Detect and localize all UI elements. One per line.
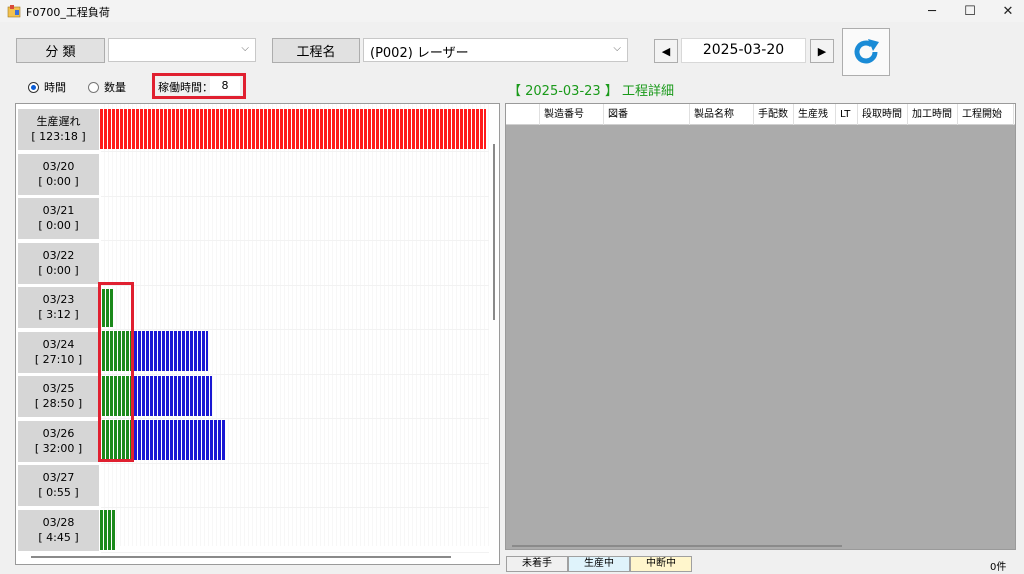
prev-date-button[interactable]: ◀ xyxy=(654,39,678,63)
row-total: [ 4:45 ] xyxy=(38,530,79,544)
grid-column-header[interactable]: 製造番号 xyxy=(540,104,604,125)
work-hours-input[interactable]: 8 xyxy=(210,77,240,95)
grid-header: 製造番号 図番 製品名称 手配数 生産残 LT 段取時間 加工時間 工程開始 xyxy=(506,104,1015,125)
chart-grid xyxy=(101,104,489,546)
row-date: 03/23 xyxy=(42,293,75,306)
row-total: [ 32:00 ] xyxy=(34,441,83,455)
close-button[interactable]: ✕ xyxy=(985,0,1024,22)
grid-column-header[interactable]: 加工時間 xyxy=(908,104,958,125)
date-field[interactable]: 2025-03-20 xyxy=(681,38,806,63)
row-label: 03/24[ 27:10 ] xyxy=(18,331,99,373)
row-date: 03/20 xyxy=(42,159,75,173)
grid-horizontal-scrollbar[interactable] xyxy=(512,545,842,547)
legend-suspended: 中断中 xyxy=(630,556,692,572)
row-date: 生産遅れ xyxy=(36,115,81,128)
radio-time[interactable]: 時間 xyxy=(28,79,66,95)
bar-delay xyxy=(100,109,486,149)
row-label: 03/27 [ 0:55 ] xyxy=(18,465,99,506)
app-icon xyxy=(7,5,21,18)
bar-0325-planned xyxy=(134,376,212,416)
grid-column-header[interactable]: 製品名称 xyxy=(690,104,754,125)
row-label: 生産遅れ [ 123:18 ] xyxy=(18,109,99,150)
row-total: [ 123:18 ] xyxy=(31,130,86,143)
row-divider xyxy=(101,462,489,464)
row-divider xyxy=(101,329,489,330)
process-value: (P002) レーザー xyxy=(370,46,469,61)
row-total: [ 28:50 ] xyxy=(34,397,83,410)
refresh-icon xyxy=(854,39,879,64)
chevron-down-icon: ⌵ xyxy=(613,43,621,54)
detail-title: 【 2025-03-23 】 工程詳細 xyxy=(508,84,674,99)
row-divider xyxy=(101,240,489,241)
row-date: 03/26 xyxy=(42,426,75,440)
horizontal-scrollbar[interactable] xyxy=(31,556,451,558)
row-divider xyxy=(101,151,489,152)
row-divider xyxy=(101,195,489,197)
chevron-down-icon: ⌵ xyxy=(241,43,249,54)
row-label: 03/22[ 0:00 ] xyxy=(18,242,99,284)
legend-not-started: 未着手 xyxy=(506,556,568,572)
row-date: 03/21 xyxy=(42,204,75,217)
grid-column-header[interactable]: 手配数 xyxy=(754,104,794,125)
row-divider xyxy=(101,373,489,375)
grid-column-header[interactable]: 段取時間 xyxy=(858,104,908,125)
row-date: 03/22 xyxy=(42,248,75,262)
row-total: [ 0:00 ] xyxy=(38,174,79,188)
row-label: 03/26[ 32:00 ] xyxy=(18,420,99,462)
row-label: 03/20[ 0:00 ] xyxy=(18,153,99,195)
grid-column-header[interactable]: LT xyxy=(836,104,858,125)
bar-0326-planned xyxy=(134,420,226,460)
radio-quantity-label: 数量 xyxy=(104,81,126,94)
row-date: 03/25 xyxy=(42,382,75,395)
work-hours-label: 稼働時間： xyxy=(158,81,213,94)
row-total: [ 0:00 ] xyxy=(38,219,79,232)
category-button[interactable]: 分 類 xyxy=(16,38,105,63)
refresh-button[interactable] xyxy=(842,28,890,76)
row-date: 03/28 xyxy=(42,515,75,529)
bar-0324-planned xyxy=(134,331,208,371)
row-total: [ 27:10 ] xyxy=(34,352,83,366)
grid-column-header[interactable]: 図番 xyxy=(604,104,690,125)
row-label: 03/28[ 4:45 ] xyxy=(18,509,99,551)
vertical-scrollbar[interactable] xyxy=(493,144,495,320)
process-select[interactable]: (P002) レーザー ⌵ xyxy=(363,38,628,62)
detail-grid: 製造番号 図番 製品名称 手配数 生産残 LT 段取時間 加工時間 工程開始 xyxy=(505,103,1016,550)
progress-highlight xyxy=(98,282,134,462)
row-divider xyxy=(101,418,489,419)
radio-quantity[interactable]: 数量 xyxy=(88,79,126,95)
row-label: 03/23 [ 3:12 ] xyxy=(18,287,99,328)
title-bar: F0700_工程負荷 ─ ☐ ✕ xyxy=(0,0,1024,22)
row-date: 03/24 xyxy=(42,337,75,351)
grid-column-header[interactable] xyxy=(506,104,540,125)
row-label: 03/25 [ 28:50 ] xyxy=(18,376,99,417)
window-title: F0700_工程負荷 xyxy=(26,6,110,19)
grid-column-header[interactable]: 生産残 xyxy=(794,104,836,125)
row-divider xyxy=(101,507,489,508)
radio-time-label: 時間 xyxy=(44,81,66,94)
next-date-button[interactable]: ▶ xyxy=(810,39,834,63)
row-divider xyxy=(101,284,489,286)
load-chart-panel: 生産遅れ[ 123:18 ] 03/20[ 0:00 ] 03/21[ 0:00 ]… xyxy=(15,103,500,565)
radio-time-indicator xyxy=(28,81,39,93)
row-label: 03/21 [ 0:00 ] xyxy=(18,198,99,239)
row-total: [ 0:00 ] xyxy=(38,263,79,277)
bar-0328-progress xyxy=(100,510,116,550)
row-divider xyxy=(101,551,489,553)
row-date: 03/27 xyxy=(42,471,75,484)
radio-quantity-indicator xyxy=(88,81,99,93)
row-total: [ 3:12 ] xyxy=(38,308,79,321)
grid-column-header[interactable]: 工程開始 xyxy=(958,104,1014,125)
legend-in-production: 生産中 xyxy=(568,556,630,572)
category-select[interactable]: ⌵ xyxy=(108,38,256,62)
process-button[interactable]: 工程名 xyxy=(272,38,360,63)
row-total: [ 0:55 ] xyxy=(38,486,79,499)
record-count: 0件 xyxy=(990,562,1007,573)
